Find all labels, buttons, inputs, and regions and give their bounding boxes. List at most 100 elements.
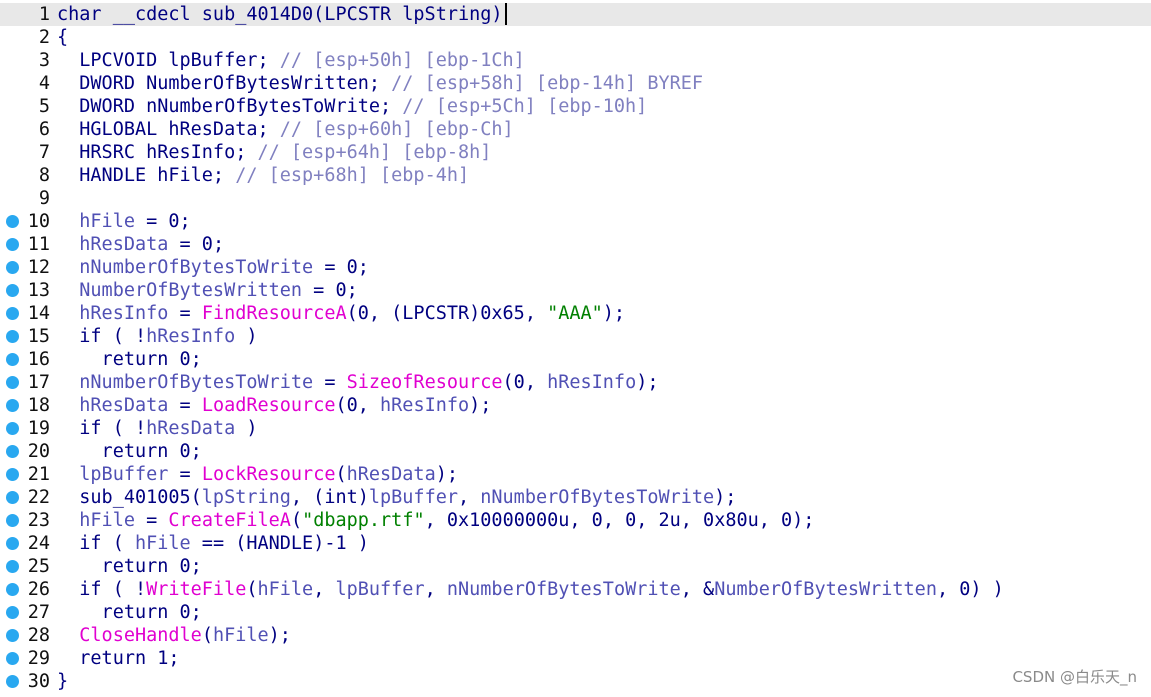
code-line[interactable]: 30} [0, 670, 1151, 693]
code-line[interactable]: 18 hResData = LoadResource(0, hResInfo); [0, 394, 1151, 417]
code-line[interactable]: 25 return 0; [0, 555, 1151, 578]
code-line[interactable]: 7 HRSRC hResInfo; // [esp+64h] [ebp-8h] [0, 141, 1151, 164]
code-text[interactable]: hResData = LoadResource(0, hResInfo); [57, 394, 491, 417]
code-line[interactable]: 2{ [0, 26, 1151, 49]
code-token: // [esp+5Ch] [ebp-10h] [402, 96, 648, 117]
code-token: DWORD NumberOfBytesWritten; [57, 73, 392, 94]
code-line[interactable]: 26 if ( !WriteFile(hFile, lpBuffer, nNum… [0, 578, 1151, 601]
code-text[interactable]: hResData = 0; [57, 233, 224, 256]
code-token: (0, [502, 372, 548, 393]
code-token: if ( ! [57, 326, 147, 347]
code-line[interactable]: 12 nNumberOfBytesToWrite = 0; [0, 256, 1151, 279]
code-line[interactable]: 27 return 0; [0, 601, 1151, 624]
code-text[interactable]: sub_401005(lpString, (int)lpBuffer, nNum… [57, 486, 736, 509]
code-token: hResInfo [380, 395, 470, 416]
code-text[interactable]: DWORD NumberOfBytesWritten; // [esp+58h]… [57, 72, 703, 95]
code-token: // [esp+50h] [ebp-1Ch] [279, 50, 525, 71]
code-text[interactable]: HGLOBAL hResData; // [esp+60h] [ebp-Ch] [57, 118, 513, 141]
code-line[interactable]: 6 HGLOBAL hResData; // [esp+60h] [ebp-Ch… [0, 118, 1151, 141]
code-line[interactable]: 28 CloseHandle(hFile); [0, 624, 1151, 647]
line-number: 7 [38, 142, 50, 163]
line-number: 25 [27, 556, 50, 577]
code-token: , [313, 579, 336, 600]
code-text[interactable]: if ( !hResInfo ) [57, 325, 258, 348]
code-text[interactable]: HRSRC hResInfo; // [esp+64h] [ebp-8h] [57, 141, 491, 164]
line-number: 11 [27, 234, 50, 255]
code-line[interactable]: 15 if ( !hResInfo ) [0, 325, 1151, 348]
code-token: = [168, 395, 202, 416]
line-number: 21 [27, 464, 50, 485]
code-text[interactable]: return 0; [57, 601, 202, 624]
code-token: nNumberOfBytesToWrite [480, 487, 715, 508]
line-number: 27 [27, 602, 50, 623]
code-token: hResData [346, 464, 436, 485]
code-token: ) [235, 326, 258, 347]
code-line[interactable]: 22 sub_401005(lpString, (int)lpBuffer, n… [0, 486, 1151, 509]
code-token: HGLOBAL hResData; [57, 119, 280, 140]
code-token: ( [290, 510, 303, 531]
code-text[interactable]: } [57, 670, 68, 693]
code-token: , & [680, 579, 715, 600]
line-number: 2 [38, 27, 50, 48]
code-token: ); [435, 464, 458, 485]
line-number: 1 [38, 4, 50, 25]
code-text[interactable]: char __cdecl sub_4014D0(LPCSTR lpString) [57, 3, 507, 26]
code-text[interactable]: NumberOfBytesWritten = 0; [57, 279, 357, 302]
code-token: hFile [257, 579, 314, 600]
code-token: lpBuffer [335, 579, 425, 600]
code-text[interactable]: lpBuffer = LockResource(hResData); [57, 463, 458, 486]
code-line[interactable]: 5 DWORD nNumberOfBytesToWrite; // [esp+5… [0, 95, 1151, 118]
code-text[interactable]: nNumberOfBytesToWrite = 0; [57, 256, 369, 279]
code-token: hFile [79, 211, 135, 232]
code-text[interactable]: HANDLE hFile; // [esp+68h] [ebp-4h] [57, 164, 469, 187]
code-text[interactable]: CloseHandle(hFile); [57, 624, 291, 647]
line-number: 17 [27, 372, 50, 393]
line-number: 16 [27, 349, 50, 370]
code-token: , [424, 579, 447, 600]
code-token: (0, [335, 395, 381, 416]
code-text[interactable]: return 1; [57, 647, 179, 670]
code-text[interactable]: hFile = CreateFileA("dbapp.rtf", 0x10000… [57, 509, 814, 532]
line-number: 23 [27, 510, 50, 531]
code-text[interactable]: if ( !WriteFile(hFile, lpBuffer, nNumber… [57, 578, 1004, 601]
code-text[interactable]: nNumberOfBytesToWrite = SizeofResource(0… [57, 371, 658, 394]
line-number: 30 [27, 671, 50, 692]
code-token: hFile [134, 533, 191, 554]
code-line[interactable]: 23 hFile = CreateFileA("dbapp.rtf", 0x10… [0, 509, 1151, 532]
code-text[interactable]: hFile = 0; [57, 210, 190, 233]
code-line[interactable]: 21 lpBuffer = LockResource(hResData); [0, 463, 1151, 486]
code-line[interactable]: 13 NumberOfBytesWritten = 0; [0, 279, 1151, 302]
code-line[interactable]: 4 DWORD NumberOfBytesWritten; // [esp+58… [0, 72, 1151, 95]
code-text[interactable]: if ( !hResData ) [57, 417, 257, 440]
code-token: HRSRC hResInfo; [57, 142, 258, 163]
code-line[interactable]: 20 return 0; [0, 440, 1151, 463]
code-token: ( [335, 464, 347, 485]
code-text[interactable]: return 0; [57, 440, 202, 463]
code-line[interactable]: 1 char __cdecl sub_4014D0(LPCSTR lpString… [0, 3, 1151, 26]
code-text[interactable]: DWORD nNumberOfBytesToWrite; // [esp+5Ch… [57, 95, 647, 118]
code-line[interactable]: 8 HANDLE hFile; // [esp+68h] [ebp-4h] [0, 164, 1151, 187]
code-text[interactable]: { [57, 26, 68, 49]
code-token: return 0; [57, 349, 202, 370]
code-token: hFile [212, 625, 269, 646]
code-line[interactable]: 17 nNumberOfBytesToWrite = SizeofResourc… [0, 371, 1151, 394]
code-text[interactable]: LPCVOID lpBuffer; // [esp+50h] [ebp-1Ch] [57, 49, 525, 72]
code-token: "AAA" [547, 303, 603, 324]
code-line[interactable]: 16 return 0; [0, 348, 1151, 371]
code-token: hResData [146, 418, 236, 439]
code-line[interactable]: 11 hResData = 0; [0, 233, 1151, 256]
code-token: return 0; [57, 441, 202, 462]
code-text[interactable]: return 0; [57, 348, 202, 371]
code-line[interactable]: 24 if ( hFile == (HANDLE)-1 ) [0, 532, 1151, 555]
code-text[interactable]: if ( hFile == (HANDLE)-1 ) [57, 532, 369, 555]
code-line[interactable]: 29 return 1; [0, 647, 1151, 670]
code-text[interactable]: return 0; [57, 555, 202, 578]
code-text[interactable]: hResInfo = FindResourceA(0, (LPCSTR)0x65… [57, 302, 625, 325]
code-line[interactable]: 14 hResInfo = FindResourceA(0, (LPCSTR)0… [0, 302, 1151, 325]
code-line[interactable]: 3 LPCVOID lpBuffer; // [esp+50h] [ebp-1C… [0, 49, 1151, 72]
code-line[interactable]: 10 hFile = 0; [0, 210, 1151, 233]
code-line[interactable]: 19 if ( !hResData ) [0, 417, 1151, 440]
code-line[interactable]: 9 [0, 187, 1151, 210]
pseudocode-view[interactable]: CSDN @白乐天_n 1 char __cdecl sub_4014D0(LPC… [0, 0, 1151, 697]
